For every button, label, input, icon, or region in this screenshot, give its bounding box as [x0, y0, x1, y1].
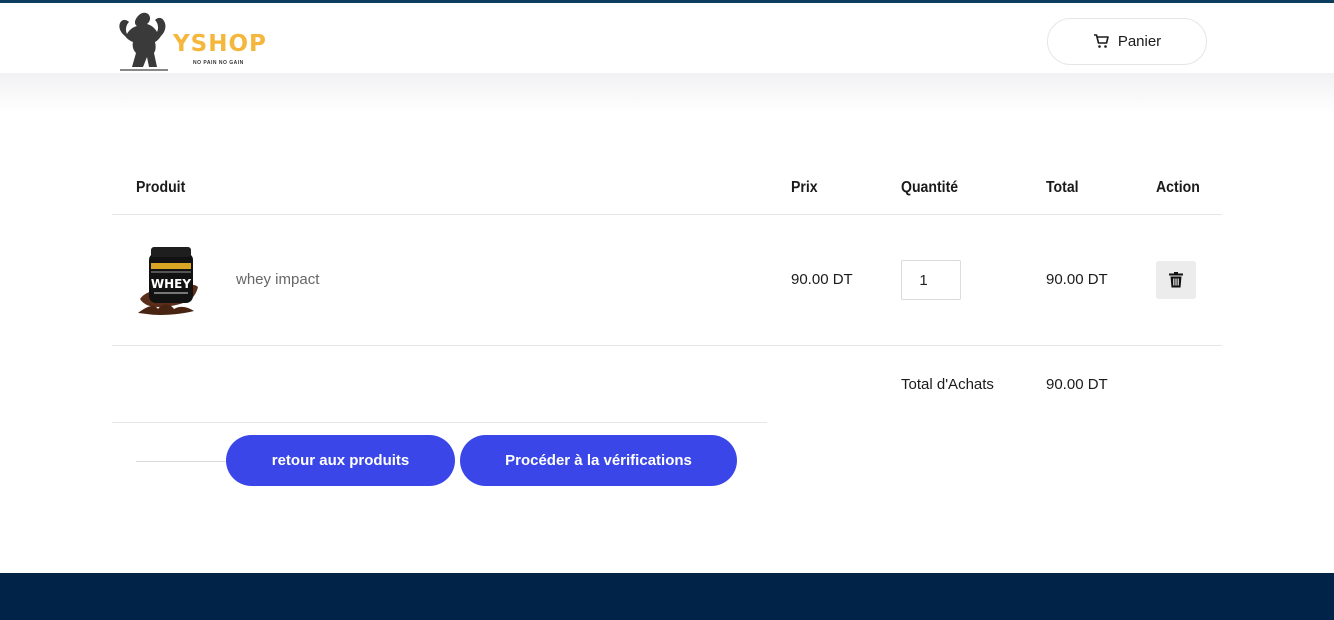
trash-icon — [1169, 272, 1183, 288]
site-logo[interactable]: YSHOP NO PAIN NO GAIN — [112, 9, 282, 71]
product-image[interactable]: WHEY — [136, 243, 210, 317]
column-header-quantity: Quantité — [901, 179, 959, 196]
delete-button[interactable] — [1156, 261, 1196, 299]
logo-tagline: NO PAIN NO GAIN — [193, 60, 244, 66]
site-header: YSHOP NO PAIN NO GAIN Panier — [0, 3, 1334, 73]
column-header-action: Action — [1156, 179, 1200, 196]
summary-label: Total d'Achats — [901, 376, 994, 393]
column-header-total: Total — [1046, 179, 1079, 196]
summary-total: 90.00 DT — [1046, 376, 1108, 393]
summary-divider — [112, 422, 767, 423]
header-shadow — [0, 73, 1334, 113]
cart-label: Panier — [1117, 33, 1162, 50]
cart-icon — [1093, 34, 1109, 48]
button-row-divider — [136, 461, 231, 462]
column-header-price: Prix — [791, 179, 818, 196]
column-header-product: Produit — [136, 179, 186, 196]
bodybuilder-logo-icon — [119, 12, 168, 71]
site-footer — [0, 573, 1334, 620]
header-divider — [112, 214, 1222, 215]
product-price: 90.00 DT — [791, 271, 853, 288]
back-to-products-button[interactable]: retour aux produits — [226, 435, 455, 486]
proceed-checkout-button[interactable]: Procéder à la vérifications — [460, 435, 737, 486]
product-image-label: WHEY — [151, 277, 191, 291]
logo-text: YSHOP — [173, 31, 267, 57]
product-name[interactable]: whey impact — [236, 271, 319, 288]
cart-button[interactable]: Panier — [1047, 18, 1207, 65]
quantity-input[interactable] — [901, 260, 961, 300]
row-divider — [112, 345, 1222, 346]
whey-tub-image: WHEY — [138, 247, 198, 315]
row-total: 90.00 DT — [1046, 271, 1108, 288]
